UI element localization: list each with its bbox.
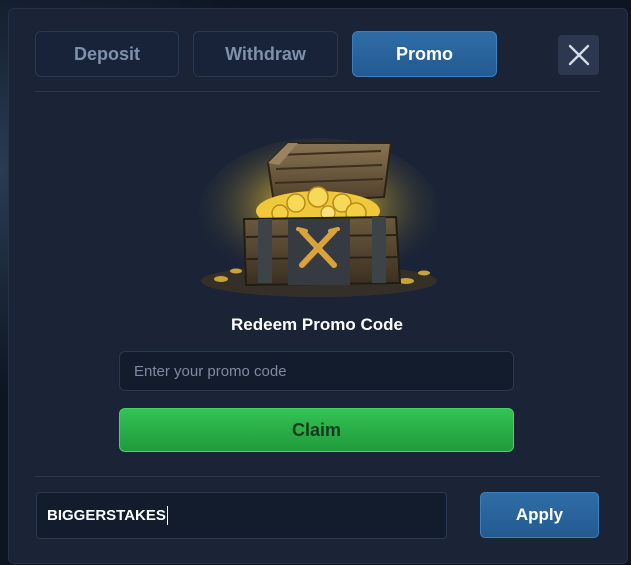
header-divider: [35, 91, 600, 92]
text-caret: [166, 506, 168, 525]
tab-promo[interactable]: Promo: [352, 31, 497, 77]
apply-button[interactable]: Apply: [480, 492, 599, 538]
promo-code-input[interactable]: [119, 351, 514, 391]
claim-button[interactable]: Claim: [119, 408, 514, 452]
code-entry-field[interactable]: BIGGERSTAKES: [36, 492, 447, 539]
page-title: Redeem Promo Code: [231, 315, 403, 334]
close-button[interactable]: [558, 35, 599, 75]
footer-divider: [35, 476, 600, 477]
code-entry-value: BIGGERSTAKES: [47, 507, 166, 524]
tab-withdraw[interactable]: Withdraw: [193, 31, 338, 77]
tab-deposit[interactable]: Deposit: [35, 31, 179, 77]
promo-modal: Deposit Withdraw Promo Redeem Promo Code…: [8, 8, 628, 564]
close-icon: [568, 44, 589, 66]
treasure-chest-icon: [199, 138, 439, 297]
